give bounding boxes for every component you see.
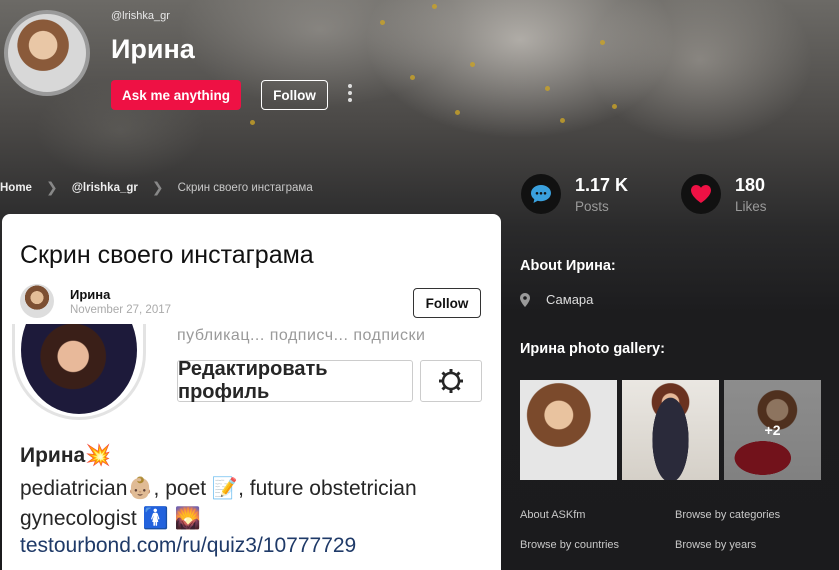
screenshot-stats: публикац... подписч... подписки <box>177 327 426 344</box>
gallery-more-count[interactable]: +2 <box>724 380 821 480</box>
breadcrumb-user[interactable]: @lrishka_gr <box>72 182 138 194</box>
profile-username: @lrishka_gr <box>111 10 170 22</box>
screenshot-link: testourbond.com/ru/quiz3/10777729 <box>20 534 357 557</box>
follow-button[interactable]: Follow <box>261 80 328 110</box>
screenshot-avatar <box>12 324 146 420</box>
post-image[interactable]: публикац... подписч... подписки Редактир… <box>2 324 501 570</box>
heart-icon <box>681 174 721 214</box>
location-pin-icon <box>520 292 530 307</box>
screenshot-edit-profile: Редактировать профиль <box>177 358 413 403</box>
gallery-photo[interactable] <box>622 380 719 480</box>
footer-browse-countries[interactable]: Browse by countries <box>520 539 619 551</box>
post-title: Скрин своего инстаграма <box>20 241 314 269</box>
screenshot-bio-line: pediatrician👶🏼, poet 📝, future obstetric… <box>20 477 417 500</box>
footer-browse-years[interactable]: Browse by years <box>675 539 756 551</box>
chevron-right-icon: ❯ <box>151 179 164 195</box>
likes-count: 180 <box>735 175 766 195</box>
breadcrumb-home[interactable]: Home <box>0 182 32 194</box>
footer-browse-categories[interactable]: Browse by categories <box>675 509 780 521</box>
about-title: About Ирина: <box>520 258 616 274</box>
gallery-photo[interactable]: +2 <box>724 380 821 480</box>
more-vertical-icon[interactable] <box>345 84 355 106</box>
post-follow-button[interactable]: Follow <box>413 288 481 318</box>
chevron-right-icon: ❯ <box>45 179 58 195</box>
screenshot-name: Ирина💥 <box>20 444 112 467</box>
ask-me-anything-button[interactable]: Ask me anything <box>111 80 241 110</box>
footer-about-askfm[interactable]: About ASKfm <box>520 509 585 521</box>
gallery-title: Ирина photo gallery: <box>520 341 665 357</box>
screenshot-bio: pediatrician👶🏼, poet 📝, future obstetric… <box>20 474 490 534</box>
profile-display-name: Ирина <box>111 34 195 64</box>
breadcrumb-current: Скрин своего инстаграма <box>177 181 313 194</box>
post-author-name[interactable]: Ирина <box>70 287 110 302</box>
location-text: Самара <box>546 292 594 307</box>
post-card: Скрин своего инстаграма Ирина November 2… <box>2 214 501 570</box>
profile-avatar[interactable] <box>4 10 90 96</box>
post-author-avatar[interactable] <box>20 284 54 318</box>
gear-icon <box>420 360 482 402</box>
likes-label: Likes <box>735 199 767 214</box>
breadcrumb: Home ❯ @lrishka_gr ❯ Скрин своего инстаг… <box>0 179 313 196</box>
posts-count: 1.17 K <box>575 175 629 195</box>
screenshot-bio-line: gynecologist 🚺 🌄 <box>20 507 201 530</box>
post-date: November 27, 2017 <box>70 304 172 316</box>
speech-bubble-icon <box>521 174 561 214</box>
posts-label: Posts <box>575 199 609 214</box>
gallery-photo[interactable] <box>520 380 617 480</box>
location: Самара <box>520 292 593 307</box>
